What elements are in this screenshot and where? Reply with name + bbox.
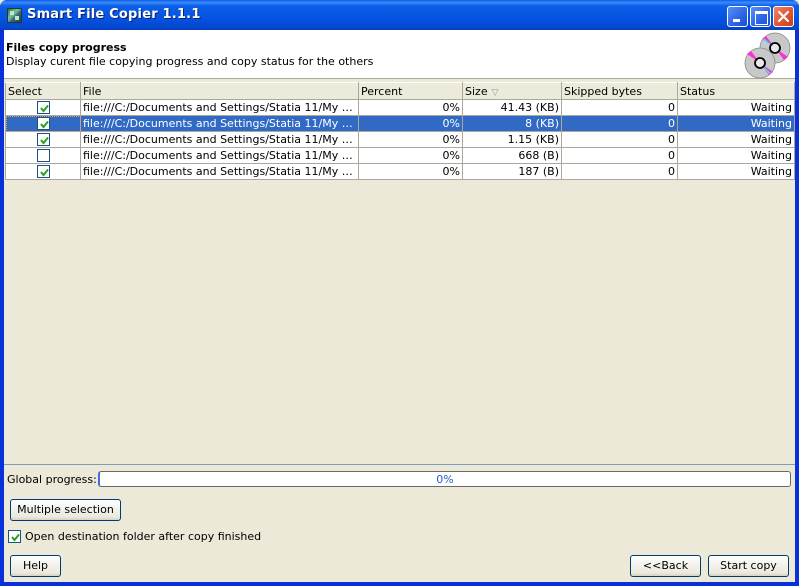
file-cell: file:///C:/Documents and Settings/Statia… [80,115,359,132]
status-cell: Waiting [677,115,795,132]
percent-cell: 0% [358,131,463,148]
checkmark-icon [39,105,49,113]
size-cell: 668 (B) [462,147,562,164]
row-select-checkbox[interactable] [36,117,50,131]
row-select-checkbox[interactable] [36,165,50,179]
row-select-checkbox[interactable] [36,149,50,163]
table-row[interactable]: file:///C:/Documents and Settings/Statia… [5,99,795,116]
skipped-bytes-cell: 0 [561,147,678,164]
status-cell: Waiting [677,147,795,164]
size-cell: 187 (B) [462,163,562,180]
skipped-bytes-cell: 0 [561,99,678,116]
start-copy-button[interactable]: Start copy [708,555,789,577]
table-row[interactable]: file:///C:/Documents and Settings/Statia… [5,163,795,180]
open-destination-label: Open destination folder after copy finis… [25,530,262,543]
skipped-bytes-cell: 0 [561,163,678,180]
close-icon [777,10,790,23]
page-title: Files copy progress [6,41,127,54]
column-header-size-label: Size [465,84,488,98]
header-panel: Files copy progress Display curent file … [4,30,795,79]
help-button[interactable]: Help [10,555,61,577]
client-area: Files copy progress Display curent file … [4,30,795,582]
sort-descending-icon: ▽ [491,87,499,98]
row-select-checkbox[interactable] [36,133,50,147]
open-destination-option[interactable]: Open destination folder after copy finis… [8,530,261,543]
global-progress-bar: 0% [98,471,791,487]
row-select-checkbox[interactable] [36,101,50,115]
cd-discs-icon [744,32,791,79]
minimize-button[interactable] [727,6,748,27]
select-cell[interactable] [5,147,81,164]
title-bar[interactable]: Smart File Copier 1.1.1 [0,0,799,30]
back-button[interactable]: <<Back [630,555,701,577]
file-cell: file:///C:/Documents and Settings/Statia… [80,131,359,148]
table-row[interactable]: file:///C:/Documents and Settings/Statia… [5,115,795,132]
table-row[interactable]: file:///C:/Documents and Settings/Statia… [5,131,795,148]
files-table: Select File Percent Size ▽ Skipped bytes … [5,82,795,180]
select-cell[interactable] [5,163,81,180]
checkmark-icon [39,121,49,129]
table-row[interactable]: file:///C:/Documents and Settings/Statia… [5,147,795,164]
multiple-selection-button[interactable]: Multiple selection [10,499,121,521]
select-cell[interactable] [5,115,81,132]
file-cell: file:///C:/Documents and Settings/Statia… [80,147,359,164]
checkmark-icon [39,169,49,177]
column-header-select[interactable]: Select [5,82,81,100]
global-progress-text: 0% [436,473,454,486]
select-cell[interactable] [5,99,81,116]
skipped-bytes-cell: 0 [561,115,678,132]
size-cell: 1.15 (KB) [462,131,562,148]
file-cell: file:///C:/Documents and Settings/Statia… [80,99,359,116]
window-title: Smart File Copier 1.1.1 [27,7,201,22]
size-cell: 41.43 (KB) [462,99,562,116]
files-table-container: Select File Percent Size ▽ Skipped bytes … [4,81,795,465]
app-window: Smart File Copier 1.1.1 Files copy progr… [0,0,799,586]
table-header-row: Select File Percent Size ▽ Skipped bytes … [5,82,795,100]
column-header-size[interactable]: Size ▽ [462,82,562,100]
select-cell[interactable] [5,131,81,148]
page-description: Display curent file copying progress and… [6,55,374,68]
open-destination-checkbox[interactable] [8,530,21,543]
file-cell: file:///C:/Documents and Settings/Statia… [80,163,359,180]
global-progress-label: Global progress: [7,473,97,486]
percent-cell: 0% [358,147,463,164]
percent-cell: 0% [358,163,463,180]
column-header-skipped[interactable]: Skipped bytes [561,82,678,100]
maximize-button[interactable] [750,6,771,27]
percent-cell: 0% [358,99,463,116]
column-header-percent[interactable]: Percent [358,82,463,100]
column-header-status[interactable]: Status [677,82,795,100]
checkmark-icon [39,137,49,145]
status-cell: Waiting [677,163,795,180]
status-cell: Waiting [677,131,795,148]
percent-cell: 0% [358,115,463,132]
checkmark-icon [11,533,20,542]
close-button[interactable] [773,6,794,27]
app-icon[interactable] [7,8,22,23]
skipped-bytes-cell: 0 [561,131,678,148]
column-header-file[interactable]: File [80,82,359,100]
size-cell: 8 (KB) [462,115,562,132]
status-cell: Waiting [677,99,795,116]
